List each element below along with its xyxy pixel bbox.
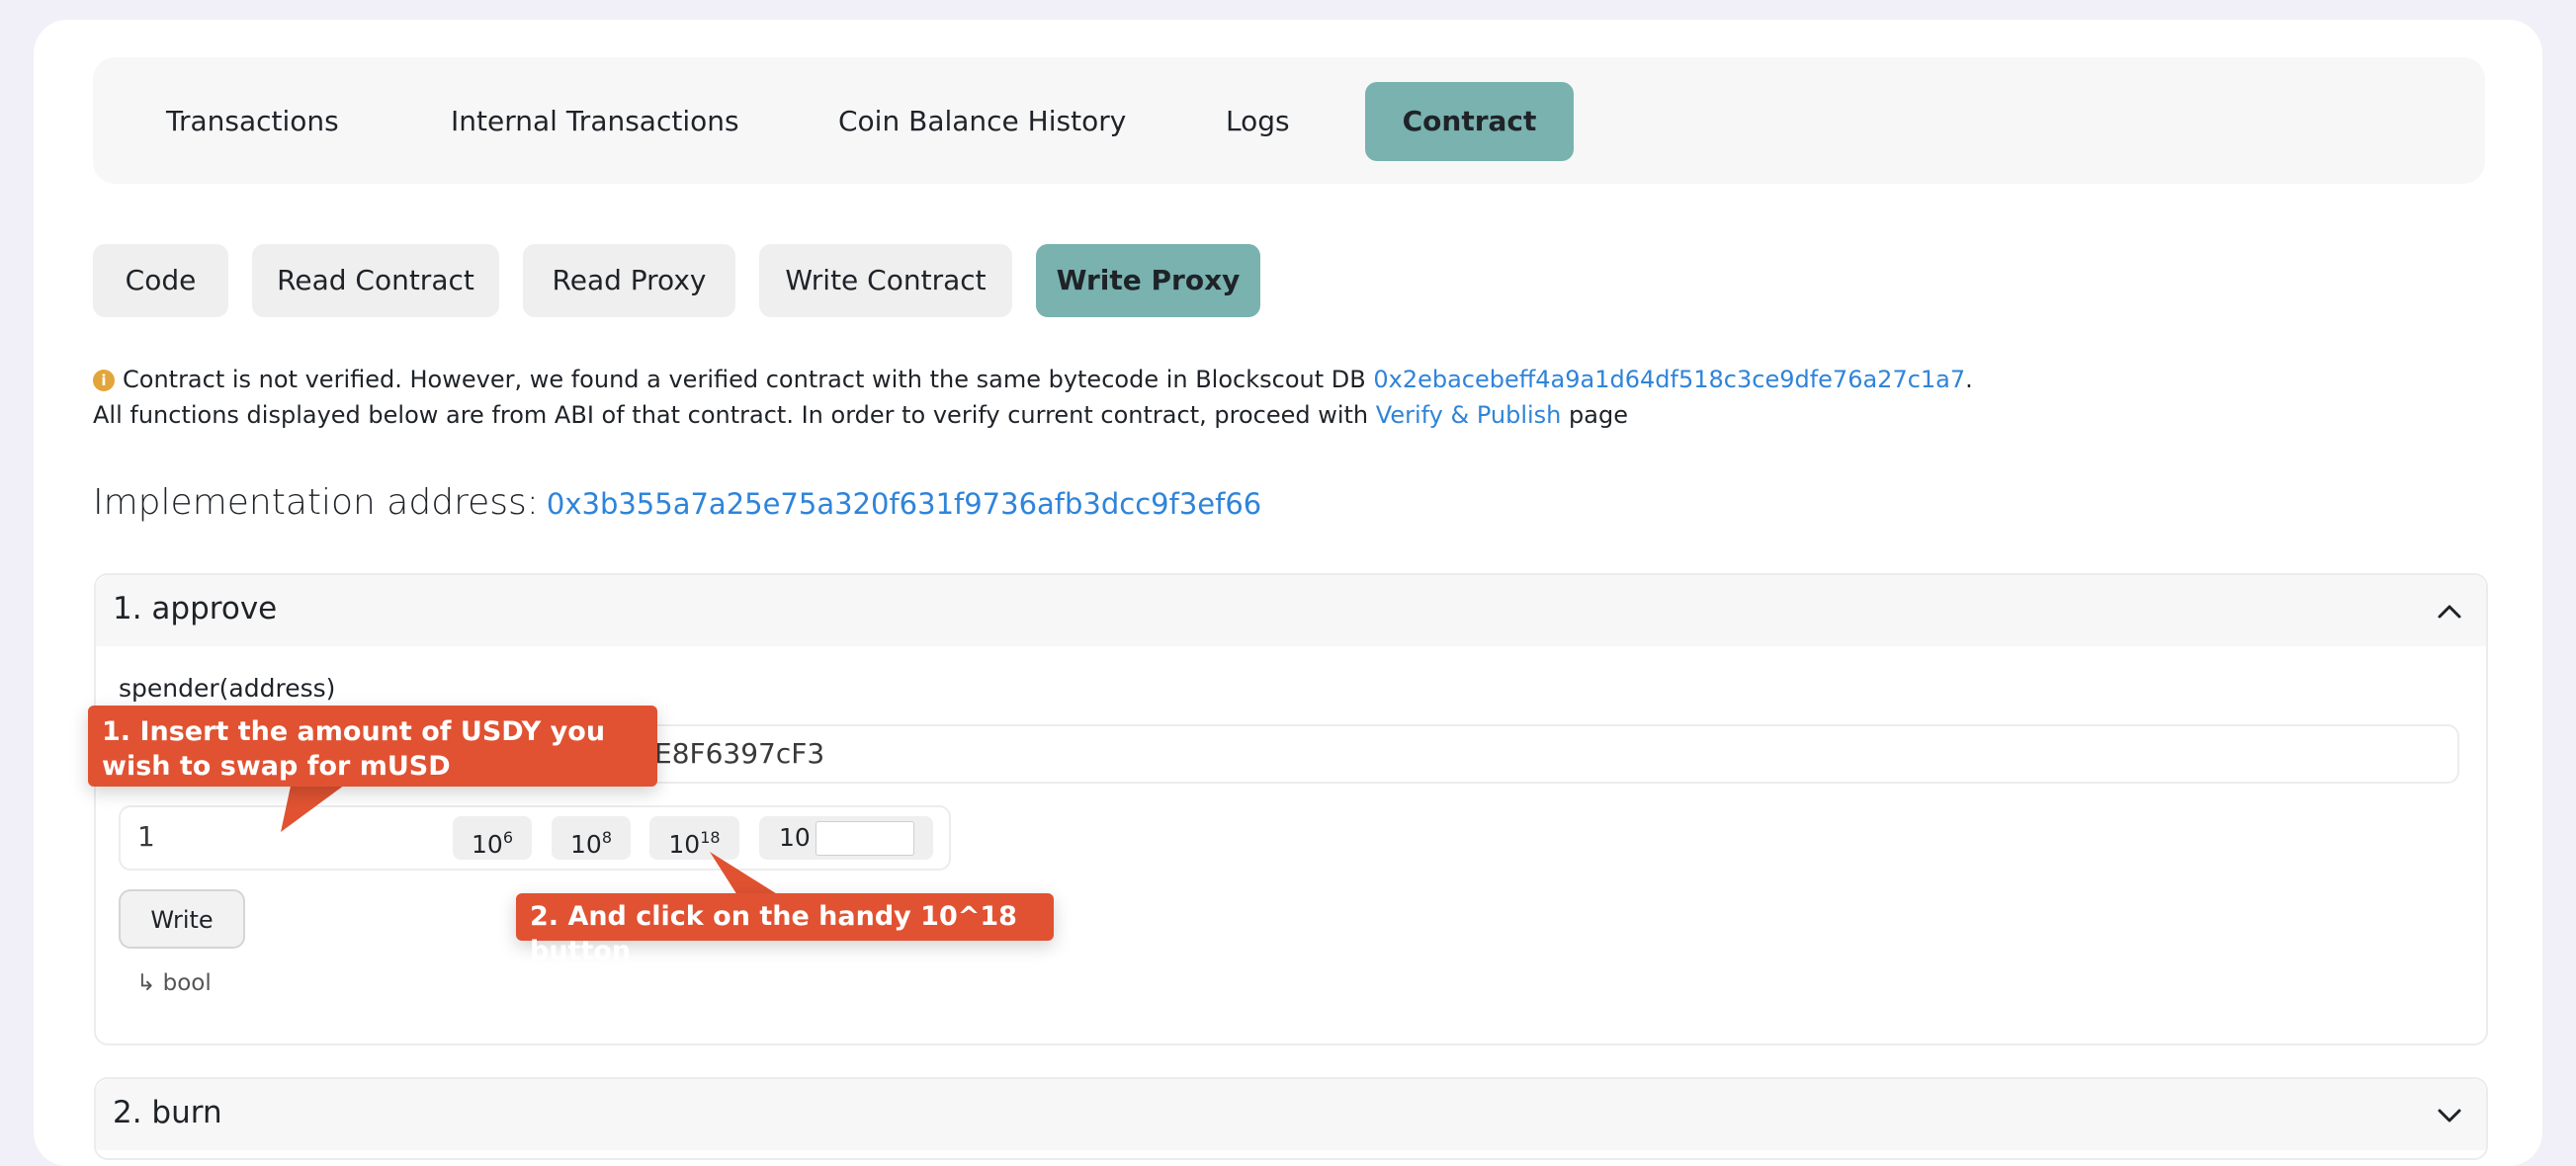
- mult-6-base: 10: [472, 830, 503, 859]
- spender-label: spender(address): [119, 674, 336, 703]
- notice-end-2: page: [1569, 401, 1628, 429]
- mult-8-base: 10: [570, 830, 602, 859]
- subtab-write-proxy[interactable]: Write Proxy: [1036, 244, 1260, 317]
- tab-contract[interactable]: Contract: [1365, 82, 1574, 161]
- subtab-code[interactable]: Code: [93, 244, 228, 317]
- verify-publish-link[interactable]: Verify & Publish: [1376, 401, 1562, 429]
- mult-18-base: 10: [668, 830, 701, 859]
- annotation-callout-2: 2. And click on the handy 10^18 button: [516, 893, 1054, 966]
- function-burn-title: 2. burn: [113, 1095, 222, 1130]
- chevron-up-icon[interactable]: [2435, 597, 2464, 626]
- mult-custom-base: 10: [779, 823, 811, 852]
- return-arrow-icon: ↳: [136, 970, 156, 996]
- mult-18-exp: 18: [700, 828, 721, 847]
- implementation-address-link[interactable]: 0x3b355a7a25e75a320f631f9736afb3dcc9f3ef…: [547, 487, 1261, 521]
- multiply-10-6-button[interactable]: 106: [453, 816, 532, 860]
- tab-internal-transactions[interactable]: Internal Transactions: [451, 82, 739, 161]
- mult-8-exp: 8: [601, 828, 612, 847]
- notice-text-2: All functions displayed below are from A…: [93, 401, 1369, 429]
- verified-contract-link[interactable]: 0x2ebacebeff4a9a1d64df518c3ce9dfe76a27c1…: [1373, 366, 1965, 393]
- return-type: ↳ bool: [136, 970, 212, 996]
- multiply-10-8-button[interactable]: 108: [552, 816, 631, 860]
- notice-text-1: Contract is not verified. However, we fo…: [123, 366, 1366, 393]
- tab-coin-balance-history[interactable]: Coin Balance History: [838, 82, 1126, 161]
- subtab-read-contract[interactable]: Read Contract: [252, 244, 499, 317]
- function-burn-header[interactable]: 2. burn: [96, 1079, 2486, 1150]
- function-burn: 2. burn: [94, 1077, 2488, 1160]
- tab-logs[interactable]: Logs: [1226, 82, 1290, 161]
- return-type-label: bool: [162, 970, 212, 996]
- implementation-address: Implementation address: 0x3b355a7a25e75a3…: [93, 482, 1261, 523]
- annotation-callout-1: 1. Insert the amount of USDY you wish to…: [88, 706, 657, 787]
- function-approve-header[interactable]: 1. approve: [96, 575, 2486, 646]
- implementation-label: Implementation address:: [93, 482, 539, 523]
- spender-input-value: E8F6397cF3: [654, 737, 825, 770]
- subtab-write-contract[interactable]: Write Contract: [759, 244, 1012, 317]
- unverified-notice-line-1: i Contract is not verified. However, we f…: [93, 366, 1973, 393]
- subtab-read-proxy[interactable]: Read Proxy: [523, 244, 735, 317]
- chevron-down-icon[interactable]: [2435, 1101, 2464, 1130]
- mult-6-exp: 6: [502, 828, 513, 847]
- function-approve-title: 1. approve: [113, 591, 278, 626]
- amount-input-value[interactable]: 1: [137, 820, 155, 853]
- callout-2-tail: [710, 852, 779, 895]
- info-icon: i: [93, 370, 115, 391]
- unverified-notice-line-2: All functions displayed below are from A…: [93, 401, 1628, 429]
- custom-exponent-input[interactable]: [816, 821, 914, 856]
- notice-end-1: .: [1965, 366, 1973, 393]
- write-button[interactable]: Write: [119, 889, 245, 949]
- tab-transactions[interactable]: Transactions: [166, 82, 339, 161]
